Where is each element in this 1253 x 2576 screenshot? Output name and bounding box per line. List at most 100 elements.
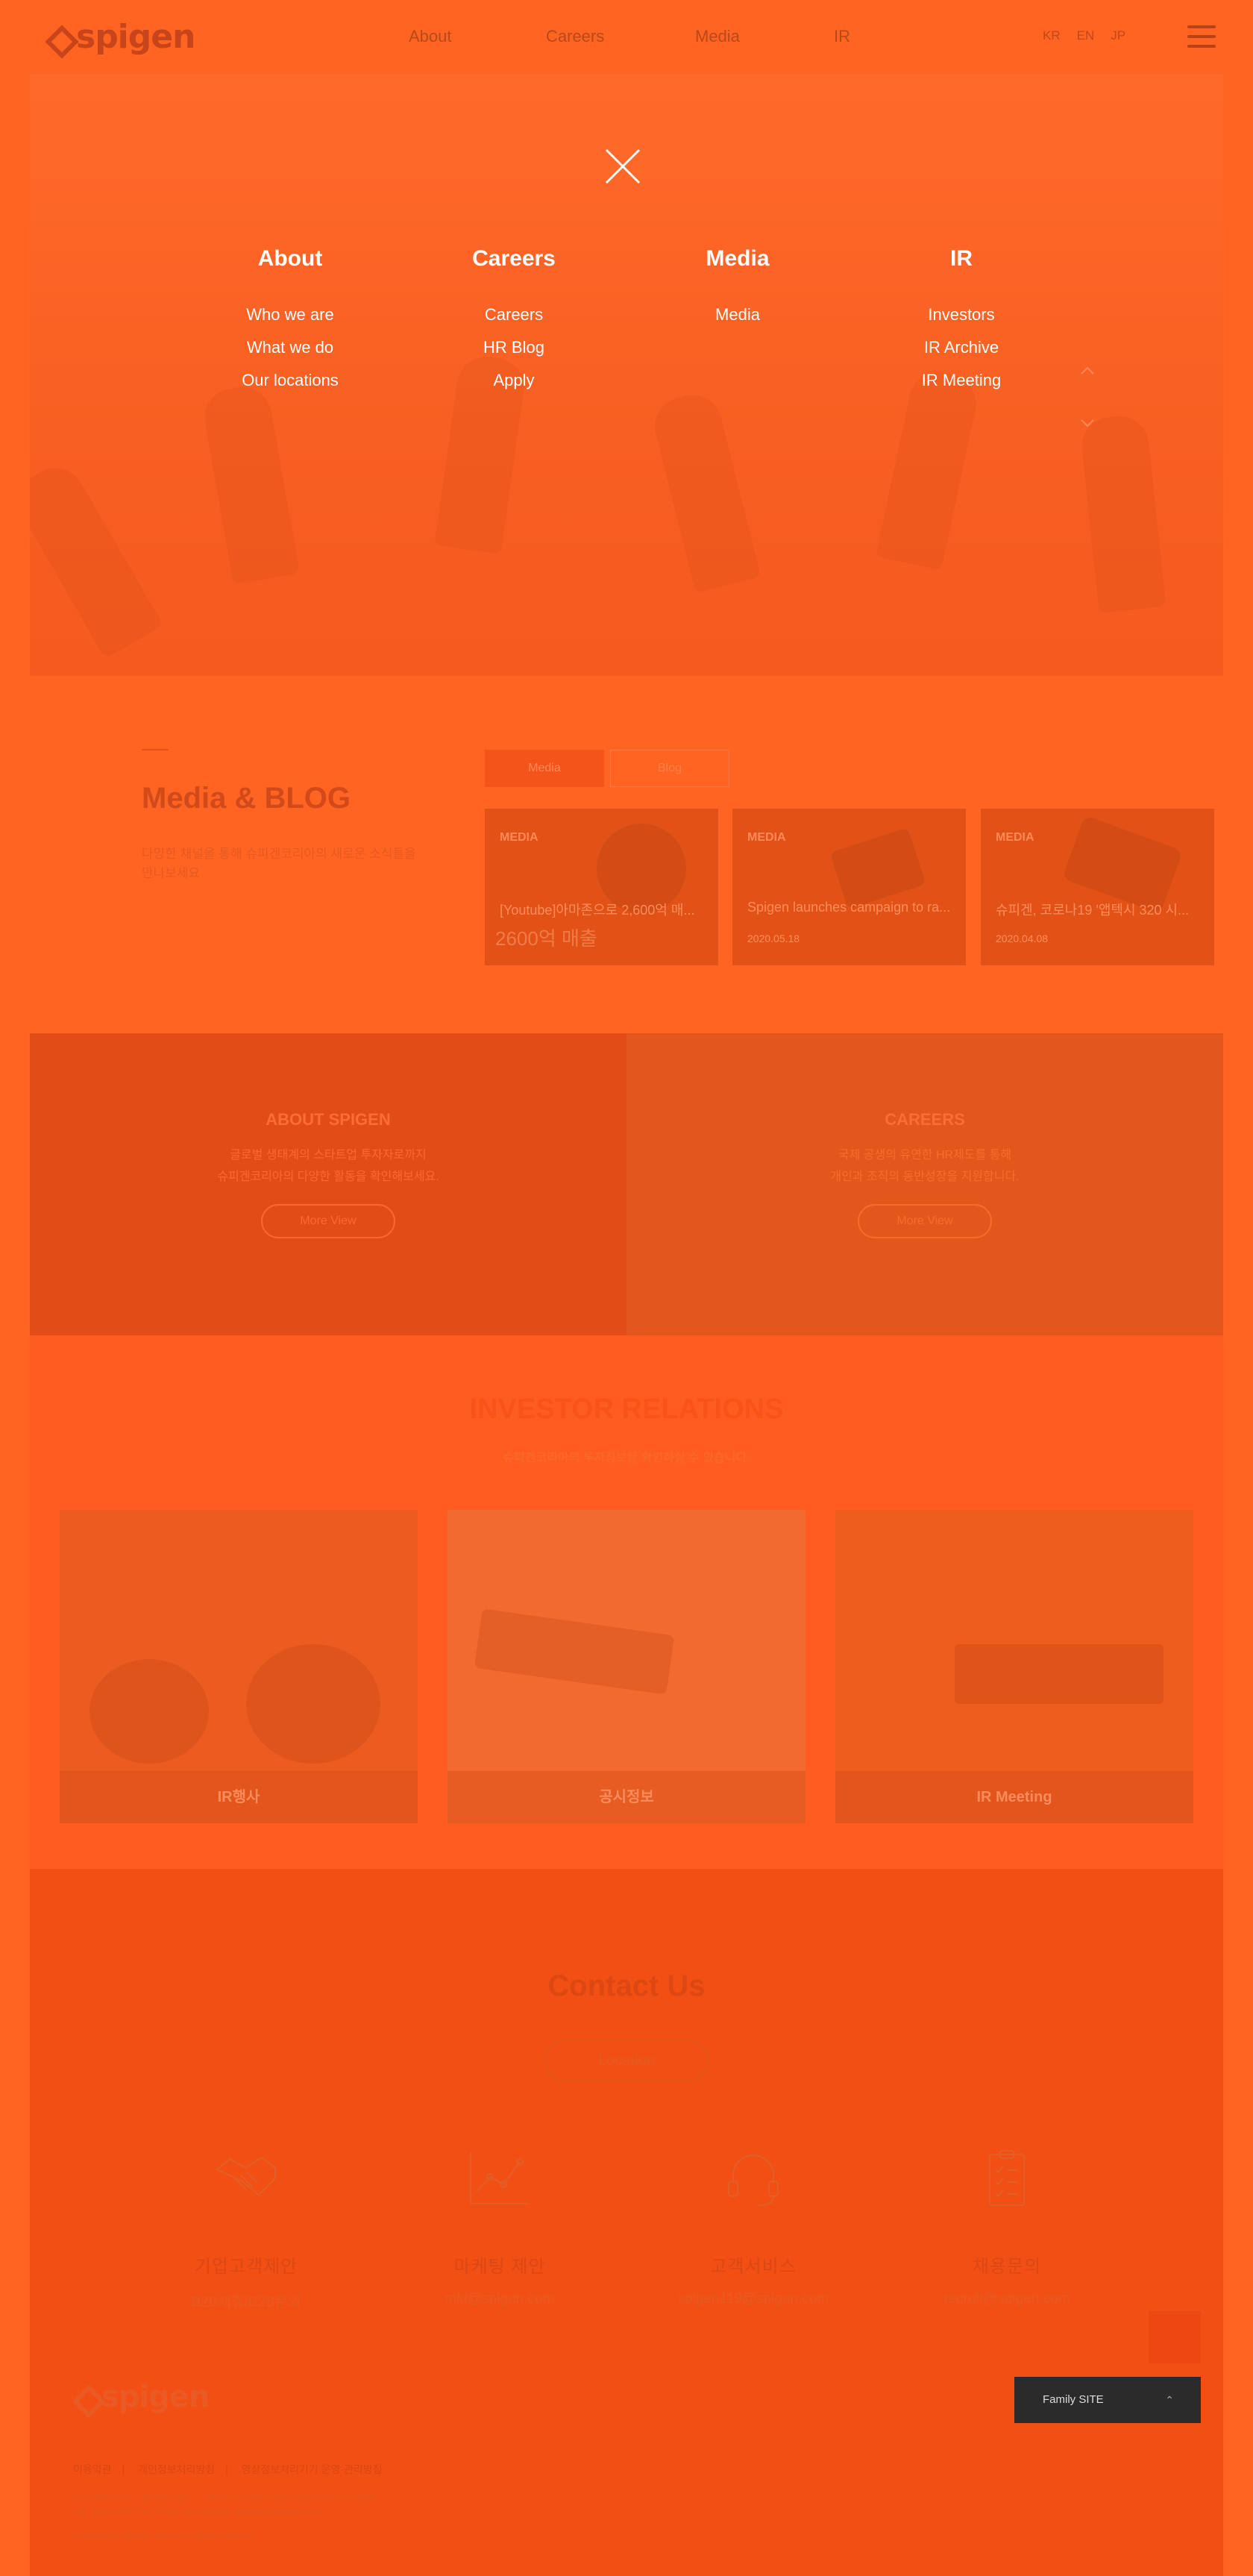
close-icon[interactable] — [604, 148, 641, 185]
contact-item-title: 채용문의 — [972, 2257, 1042, 2277]
hero-menu-overlay: About Who we are What we do Our location… — [30, 73, 1223, 676]
handshake-icon — [216, 2156, 276, 2196]
menu-column-title[interactable]: IR — [864, 246, 1058, 272]
about-desc-line: 슈피겐코리아의 다양한 활동을 확인해보세요. — [217, 1171, 439, 1183]
about-more-view-button[interactable]: More View — [261, 1204, 395, 1238]
contact-item-b2b[interactable]: 기업고객제안 B2B제휴/B2B문의 — [142, 2149, 351, 2311]
family-site-label: Family SITE — [1043, 2393, 1104, 2406]
investor-relations-title: INVESTOR RELATIONS — [469, 1394, 784, 1425]
card-date: 2020.05.18 — [747, 933, 800, 944]
tab-media[interactable]: Media — [485, 750, 604, 787]
about-description: 글로벌 생태계의 스타트업 투자자로까지 슈피겐코리아의 다양한 활동을 확인해… — [179, 1144, 477, 1188]
menu-item[interactable]: What we do — [193, 331, 387, 364]
footer-link-privacy[interactable]: 개인정보처리방침 — [138, 2463, 215, 2475]
section-accent-line — [142, 749, 169, 750]
nav-careers[interactable]: Careers — [546, 27, 604, 46]
contact-item-text: recruit@spigen.com — [943, 2291, 1070, 2307]
careers-more-view-button[interactable]: More View — [858, 1204, 992, 1238]
footer-logo[interactable]: spigen — [73, 2380, 210, 2414]
media-blog-title: Media & BLOG — [142, 782, 351, 815]
hero-bg-shape — [200, 382, 300, 585]
footer-link-terms[interactable]: 이용약관 — [73, 2463, 112, 2475]
contact-item-marketing[interactable]: 마케팅 제안 mkt@spigen.com — [395, 2149, 604, 2307]
ir-card-label: 공시정보 — [448, 1771, 806, 1823]
menu-column-media: Media Media — [641, 246, 835, 331]
about-desc-line: 글로벌 생태계의 스타트업 투자자로까지 — [230, 1149, 427, 1162]
ir-card-label: IR Meeting — [835, 1771, 1193, 1823]
tab-blog[interactable]: Blog — [610, 750, 729, 787]
contact-item-customer-service[interactable]: 고객서비스 spigen119@spigen.com — [649, 2149, 858, 2307]
hamburger-menu-icon[interactable] — [1187, 25, 1216, 48]
contact-item-text: B2B제휴/B2B문의 — [191, 2295, 301, 2310]
menu-item[interactable]: IR Archive — [864, 331, 1058, 364]
menu-column-title[interactable]: Media — [641, 246, 835, 272]
investor-relations-subtitle: 슈피겐코리아의 투자정보를 확인하실 수 있습니다. — [503, 1452, 750, 1464]
card-image — [829, 827, 926, 910]
footer-divider: | — [225, 2463, 228, 2475]
headset-icon — [728, 2154, 779, 2206]
language-switcher: KR EN JP — [1043, 28, 1125, 43]
media-card[interactable]: MEDIA 슈피겐, 코로나19 '앱텍시 320 시... 2020.04.0… — [981, 809, 1214, 965]
menu-column-about: About Who we are What we do Our location… — [193, 246, 387, 397]
contact-item-text: mkt@spigen.com — [445, 2291, 555, 2307]
logo-diamond-icon — [73, 2386, 95, 2408]
chevron-up-icon: ⌃ — [1165, 2394, 1174, 2406]
nav-about[interactable]: About — [409, 27, 452, 46]
menu-item[interactable]: Media — [641, 298, 835, 331]
footer-link-cctv[interactable]: 영상정보처리기기 운영·관리방침 — [242, 2463, 383, 2475]
card-title: [Youtube]아마존으로 2,600억 매... — [500, 903, 695, 918]
media-card[interactable]: MEDIA [Youtube]아마존으로 2,600억 매... 2600억 매… — [485, 809, 718, 965]
menu-item[interactable]: Apply — [417, 364, 611, 397]
family-site-select[interactable]: Family SITE ⌃ — [1014, 2377, 1201, 2423]
menu-column-title[interactable]: About — [193, 246, 387, 272]
hero-bg-shape — [1078, 413, 1166, 613]
clipboard-icon — [989, 2150, 1025, 2206]
ir-card-meeting[interactable]: IR Meeting — [835, 1510, 1193, 1823]
contact-title: Contact Us — [547, 1969, 706, 2002]
contact-item-title: 마케팅 제안 — [453, 2257, 546, 2277]
contact-item-recruit[interactable]: 채용문의 recruit@spigen.com — [902, 2149, 1111, 2307]
card-title: Spigen launches campaign to ra... — [747, 900, 951, 915]
hero-bg-shape — [30, 457, 163, 659]
menu-item[interactable]: HR Blog — [417, 331, 611, 364]
lang-kr[interactable]: KR — [1043, 28, 1061, 43]
nav-media[interactable]: Media — [695, 27, 740, 46]
menu-item[interactable]: Careers — [417, 298, 611, 331]
menu-item[interactable]: Who we are — [193, 298, 387, 331]
footer-logo-text: spigen — [101, 2380, 210, 2414]
ir-card-events[interactable]: IR행사 — [60, 1510, 418, 1823]
scroll-to-top-button[interactable] — [1149, 2311, 1201, 2363]
card-tag: MEDIA — [747, 831, 786, 844]
chevron-down-icon[interactable] — [1079, 415, 1096, 431]
card-tag: MEDIA — [500, 831, 538, 844]
card-image — [474, 1608, 675, 1695]
about-title: ABOUT SPIGEN — [266, 1110, 391, 1129]
chart-icon — [470, 2153, 529, 2204]
chevron-up-icon[interactable] — [1079, 363, 1096, 379]
location-button[interactable]: Location — [544, 2040, 709, 2081]
nav-ir[interactable]: IR — [834, 27, 850, 46]
ir-card-label: IR행사 — [60, 1771, 418, 1823]
footer-company-info: (주)슈피겐코리아 서울특별시 강남구 ... 대표이사: 김대영 사업자등록번… — [73, 2492, 376, 2519]
menu-item[interactable]: IR Meeting — [864, 364, 1058, 397]
logo-diamond-icon — [46, 26, 69, 48]
lang-en[interactable]: EN — [1077, 28, 1095, 43]
card-overlay-text: 2600억 매출 — [495, 927, 597, 950]
lang-jp[interactable]: JP — [1111, 28, 1125, 43]
media-blog-description: 다양한 채널을 통해 슈피겐코리아의 새로운 소식들을 만나보세요 — [142, 847, 416, 880]
menu-column-ir: IR Investors IR Archive IR Meeting — [864, 246, 1058, 397]
careers-desc-line: 개인과 조직의 동반성장을 지원합니다. — [830, 1171, 1020, 1183]
menu-column-title[interactable]: Careers — [417, 246, 611, 272]
menu-item[interactable]: Our locations — [193, 364, 387, 397]
media-card[interactable]: MEDIA Spigen launches campaign to ra... … — [732, 809, 966, 965]
hero-bg-shape — [648, 388, 761, 594]
spigen-logo[interactable]: spigen — [46, 18, 195, 56]
contact-item-text: spigen119@spigen.com — [677, 2291, 829, 2307]
hero-bg-shape — [875, 366, 982, 571]
site-header: spigen About Careers Media IR KR EN JP — [0, 0, 1253, 73]
card-image — [246, 1644, 380, 1764]
ir-card-disclosure[interactable]: 공시정보 — [448, 1510, 806, 1823]
careers-desc-line: 국제 공생의 유연한 HR제도를 통해 — [838, 1149, 1012, 1162]
menu-item[interactable]: Investors — [864, 298, 1058, 331]
careers-description: 국제 공생의 유연한 HR제도를 통해 개인과 조직의 동반성장을 지원합니다. — [776, 1144, 1074, 1188]
